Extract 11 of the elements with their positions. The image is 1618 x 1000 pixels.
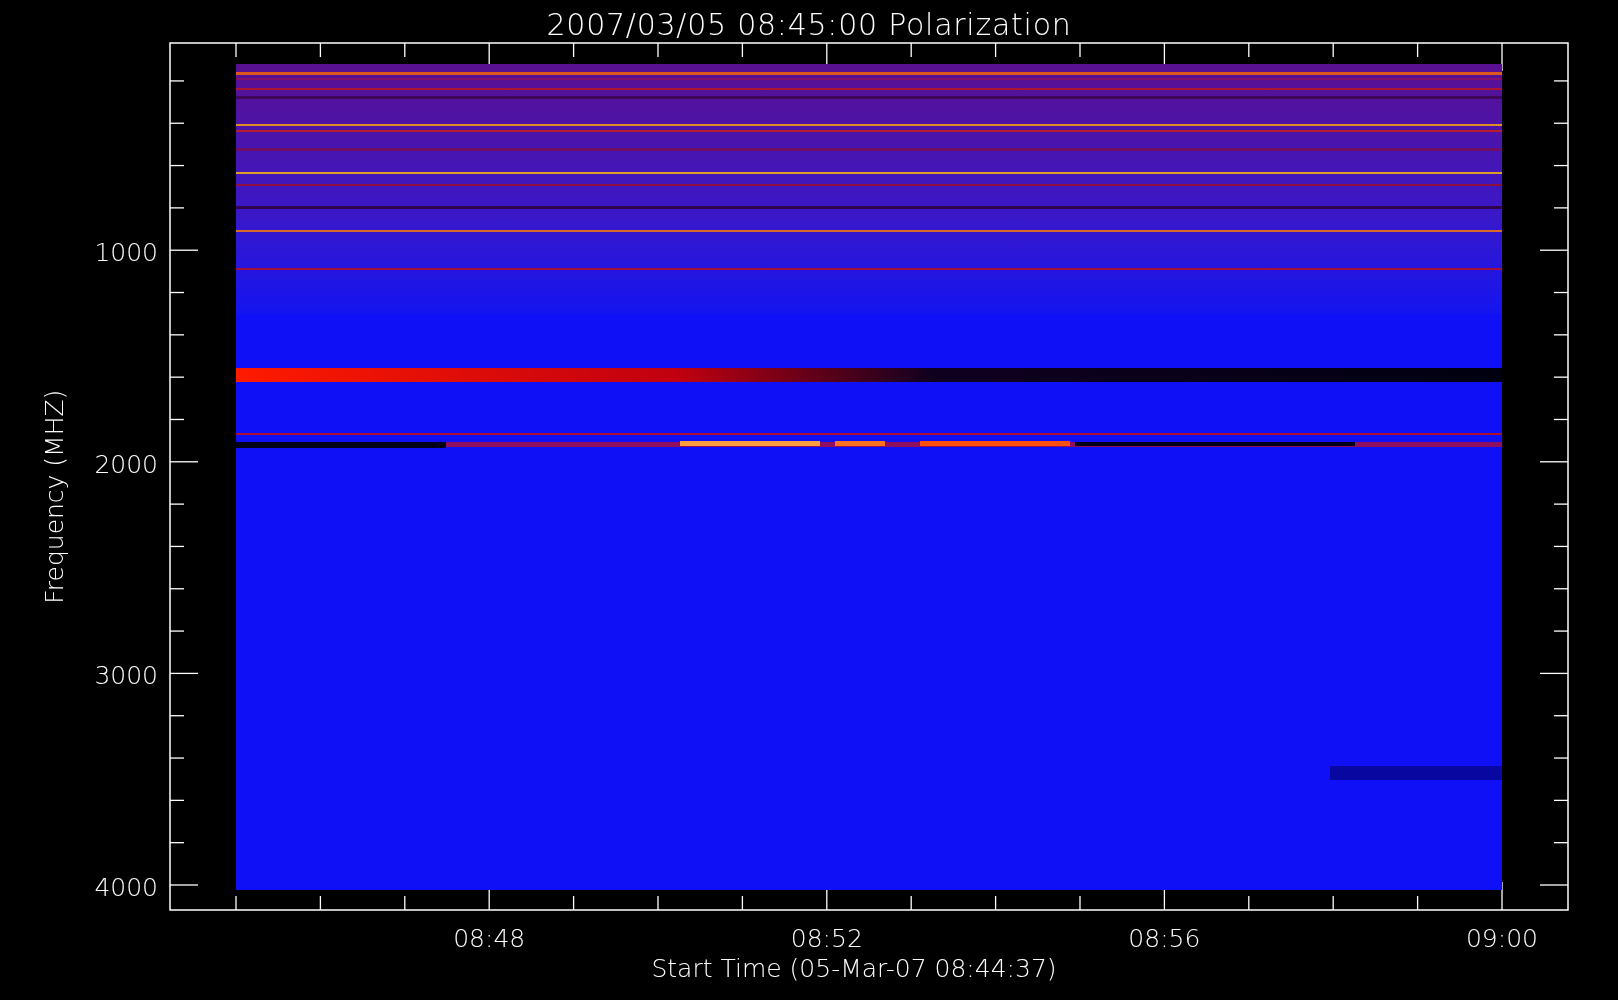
y-tick-label: 2000: [93, 448, 158, 481]
x-tick-label: 08:56: [1127, 923, 1202, 955]
y-axis-label: Frequency (MHZ): [39, 393, 71, 604]
x-axis-label: Start Time (05-Mar-07 08:44:37): [650, 953, 1058, 985]
y-tick-label: 1000: [93, 237, 158, 270]
chart-title: 2007/03/05 08:45:00 Polarization: [545, 6, 1073, 44]
y-tick-label: 4000: [93, 872, 158, 904]
x-tick-label: 08:48: [452, 923, 527, 955]
y-tick-label: 3000: [93, 660, 158, 693]
x-tick-label: 08:52: [789, 923, 864, 955]
x-tick-label: 09:00: [1464, 923, 1539, 955]
